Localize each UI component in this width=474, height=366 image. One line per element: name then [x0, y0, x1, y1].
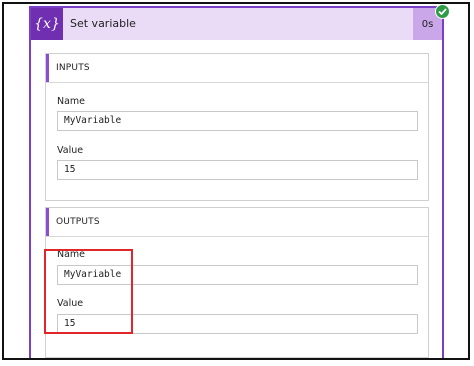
variable-icon-glyph: {x}: [34, 16, 60, 32]
outputs-heading: OUTPUTS: [56, 217, 100, 227]
section-accent-bar: [46, 208, 49, 236]
inputs-value-field[interactable]: 15: [57, 160, 418, 180]
action-header[interactable]: {x} Set variable 0s: [29, 6, 444, 40]
action-title: Set variable: [70, 17, 136, 30]
duration-text: 0s: [421, 18, 434, 30]
annotation-highlight-box: [44, 249, 133, 334]
outputs-section-header: OUTPUTS: [46, 208, 428, 237]
inputs-value-label: Value: [57, 145, 84, 156]
section-accent-bar: [46, 54, 49, 82]
inputs-name-label: Name: [57, 96, 86, 107]
success-check-icon: [435, 4, 450, 19]
inputs-section-header: INPUTS: [46, 54, 428, 83]
inputs-name-field[interactable]: MyVariable: [57, 111, 418, 131]
variable-icon: {x}: [31, 8, 63, 40]
inputs-heading: INPUTS: [56, 63, 90, 73]
